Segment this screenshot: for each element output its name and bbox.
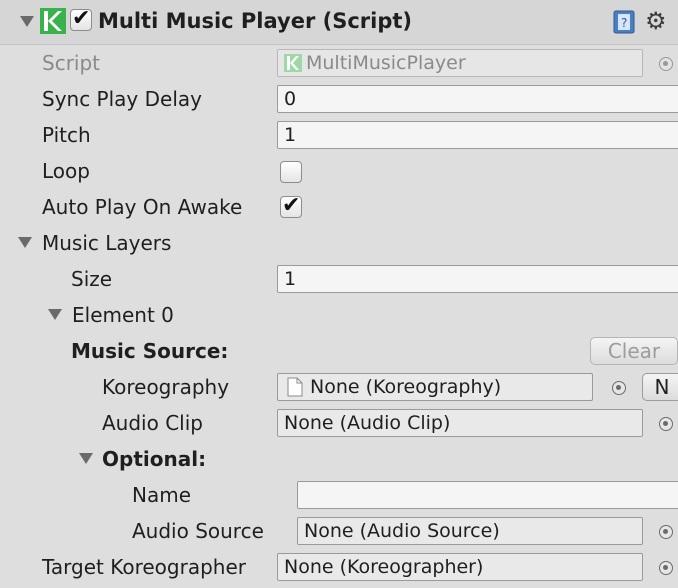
music-source-label: Music Source:	[71, 339, 229, 363]
new-koreography-button[interactable]: N	[642, 373, 678, 401]
audio-source-label: Audio Source	[132, 519, 264, 543]
koreography-field[interactable]: None (Koreography)	[277, 373, 593, 401]
element-triangle-icon[interactable]	[48, 309, 62, 320]
gear-icon[interactable]: ⚙	[645, 4, 667, 38]
svg-text:?: ?	[621, 16, 627, 30]
pitch-field[interactable]: 1	[277, 121, 678, 149]
audio-source-field[interactable]: None (Audio Source)	[297, 517, 643, 545]
component-title: Multi Music Player (Script)	[98, 9, 413, 33]
audio-clip-picker-icon[interactable]	[659, 417, 673, 431]
collapse-triangle-icon[interactable]	[20, 16, 34, 27]
script-value: MultiMusicPlayer	[306, 52, 466, 74]
size-label: Size	[71, 267, 113, 291]
target-koreographer-label: Target Koreographer	[42, 555, 246, 579]
help-book-icon[interactable]: ?	[613, 10, 635, 34]
loop-checkbox[interactable]	[280, 161, 302, 183]
audio-clip-field[interactable]: None (Audio Clip)	[277, 409, 643, 437]
name-label: Name	[132, 483, 192, 507]
script-asset-icon	[284, 54, 302, 72]
auto-play-checkbox[interactable]: ✔	[280, 193, 302, 218]
script-picker-icon	[659, 57, 673, 71]
document-icon	[287, 377, 303, 397]
script-k-icon	[40, 8, 66, 34]
target-koreographer-picker-icon[interactable]	[659, 561, 673, 575]
script-field: MultiMusicPlayer	[277, 49, 643, 77]
pitch-label: Pitch	[42, 123, 91, 147]
koreography-value: None (Koreography)	[310, 376, 502, 398]
loop-label: Loop	[42, 159, 90, 183]
script-label: Script	[42, 51, 101, 75]
audio-clip-label: Audio Clip	[102, 411, 203, 435]
optional-triangle-icon[interactable]	[79, 453, 93, 464]
optional-label[interactable]: Optional:	[102, 441, 206, 477]
music-layers-label[interactable]: Music Layers	[42, 225, 171, 261]
component-enabled-checkbox[interactable]: ✔	[70, 6, 92, 31]
sync-play-delay-label: Sync Play Delay	[42, 87, 202, 111]
name-field[interactable]	[297, 481, 678, 509]
size-field[interactable]: 1	[277, 265, 678, 293]
auto-play-label: Auto Play On Awake	[42, 195, 243, 219]
target-koreographer-field[interactable]: None (Koreographer)	[277, 553, 643, 581]
audio-source-picker-icon[interactable]	[659, 525, 673, 539]
koreography-picker-icon[interactable]	[612, 381, 626, 395]
music-layers-triangle-icon[interactable]	[18, 237, 32, 248]
clear-button[interactable]: Clear	[590, 337, 678, 365]
element-0-label[interactable]: Element 0	[72, 297, 174, 333]
inspector-panel: ✔ Multi Music Player (Script) ? ⚙ Script…	[0, 0, 678, 588]
sync-play-delay-field[interactable]: 0	[277, 85, 678, 113]
koreography-label: Koreography	[102, 375, 230, 399]
